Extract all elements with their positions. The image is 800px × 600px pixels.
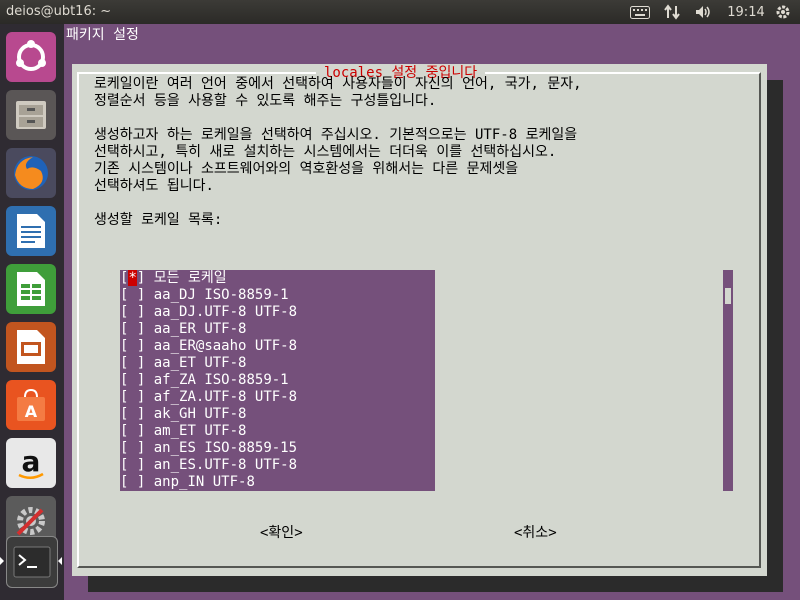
checkbox-unchecked[interactable]: [ ] [120, 355, 145, 372]
files-icon[interactable] [6, 90, 56, 140]
description-line-1: 로케일이란 여러 언어 중에서 선택하여 사용자들이 자신의 언어, 국가, 문… [94, 76, 582, 92]
launcher: A a [0, 24, 65, 600]
package-config-title: 패키지 설정 [66, 27, 139, 43]
locales-dialog: locales 설정 중입니다 로케일이란 여러 언어 중에서 선택하여 사용자… [72, 64, 767, 576]
locale-label: an_ES.UTF-8 UTF-8 [153, 457, 298, 473]
firefox-icon[interactable] [6, 148, 56, 198]
checkbox-unchecked[interactable]: [ ] [120, 389, 145, 406]
locale-list-item[interactable]: [ ] aa_DJ ISO-8859-1 [120, 287, 289, 304]
locale-list-item[interactable]: [ ] am_ET UTF-8 [120, 423, 246, 440]
checkbox-unchecked[interactable]: [ ] [120, 440, 145, 457]
locale-label: aa_ET UTF-8 [153, 355, 247, 371]
ubuntu-software-icon[interactable]: A [6, 380, 56, 430]
locale-list-item[interactable]: [ ] an_ES ISO-8859-15 [120, 440, 297, 457]
description-line-5: 기존 시스템이나 소프트웨어와의 역호환성을 위해서는 다른 문제셋을 [94, 161, 519, 177]
clock[interactable]: 19:14 [726, 3, 766, 21]
locale-label: aa_DJ ISO-8859-1 [153, 287, 289, 303]
locale-label: aa_ER UTF-8 [153, 321, 247, 337]
locale-list-item[interactable]: [ ] aa_ET UTF-8 [120, 355, 246, 372]
amazon-icon[interactable]: a [6, 438, 56, 488]
checkbox-unchecked[interactable]: [ ] [120, 287, 145, 304]
top-panel: deios@ubt16: ~ 19:14 [0, 0, 800, 24]
power-gear-icon[interactable] [772, 3, 794, 21]
locale-label: aa_ER@saaho UTF-8 [153, 338, 298, 354]
volume-icon[interactable] [694, 3, 714, 21]
libreoffice-writer-icon[interactable] [6, 206, 56, 256]
focused-indicator [58, 557, 62, 565]
locale-list-item[interactable]: [*] 모든 로케일 [120, 270, 227, 287]
locale-label: an_ES ISO-8859-15 [153, 440, 298, 456]
locale-list-item[interactable]: [ ] aa_DJ.UTF-8 UTF-8 [120, 304, 297, 321]
description-line-2: 정렬순서 등을 사용할 수 있도록 해주는 구성틀입니다. [94, 93, 437, 109]
scrollbar-thumb[interactable] [725, 288, 731, 304]
locale-list-item[interactable]: [ ] ak_GH UTF-8 [120, 406, 246, 423]
checkbox-unchecked[interactable]: [ ] [120, 406, 145, 423]
locale-list[interactable]: [*] 모든 로케일[ ] aa_DJ ISO-8859-1[ ] aa_DJ.… [120, 270, 435, 491]
window-title: deios@ubt16: ~ [6, 4, 112, 19]
checkbox-unchecked[interactable]: [ ] [120, 423, 145, 440]
locale-label: aa_DJ.UTF-8 UTF-8 [153, 304, 298, 320]
libreoffice-calc-icon[interactable] [6, 264, 56, 314]
scrollbar[interactable] [723, 270, 733, 491]
locale-label: anp_IN UTF-8 [153, 474, 255, 490]
description-line-3: 생성하고자 하는 로케일을 선택하여 주십시오. 기본적으로는 UTF-8 로케… [94, 127, 578, 143]
checkbox-unchecked[interactable]: [ ] [120, 474, 145, 491]
locale-list-item[interactable]: [ ] an_ES.UTF-8 UTF-8 [120, 457, 297, 474]
checkbox-unchecked[interactable]: [ ] [120, 304, 145, 321]
svg-text:a: a [22, 445, 41, 478]
svg-text:A: A [25, 402, 38, 421]
dialog-shadow-right [767, 80, 783, 592]
libreoffice-impress-icon[interactable] [6, 322, 56, 372]
running-indicator [0, 557, 4, 565]
locale-list-item[interactable]: [ ] af_ZA.UTF-8 UTF-8 [120, 389, 297, 406]
locale-label: ak_GH UTF-8 [153, 406, 247, 422]
network-icon[interactable] [662, 3, 682, 21]
terminal-window[interactable]: 패키지 설정 locales 설정 중입니다 로케일이란 여러 언어 중에서 선… [64, 24, 800, 600]
locale-list-item[interactable]: [ ] anp_IN UTF-8 [120, 474, 255, 491]
checkbox-checked[interactable]: [*] [120, 270, 145, 287]
checkbox-unchecked[interactable]: [ ] [120, 321, 145, 338]
checkbox-unchecked[interactable]: [ ] [120, 457, 145, 474]
cancel-button[interactable]: <취소> [514, 522, 557, 542]
locale-label: am_ET UTF-8 [153, 423, 247, 439]
locale-label: af_ZA.UTF-8 UTF-8 [153, 389, 298, 405]
ok-button[interactable]: <확인> [260, 522, 303, 542]
locale-list-label: 생성할 로케일 목록: [94, 212, 223, 228]
locale-label: af_ZA ISO-8859-1 [153, 372, 289, 388]
keyboard-icon[interactable] [628, 3, 652, 21]
checkbox-unchecked[interactable]: [ ] [120, 372, 145, 389]
locale-list-item[interactable]: [ ] aa_ER@saaho UTF-8 [120, 338, 297, 355]
locale-label: 모든 로케일 [153, 270, 227, 286]
description-line-6: 선택하셔도 됩니다. [94, 178, 214, 194]
dialog-shadow-bottom [88, 576, 783, 592]
terminal-icon[interactable] [6, 536, 58, 588]
locale-list-item[interactable]: [ ] aa_ER UTF-8 [120, 321, 246, 338]
locale-list-item[interactable]: [ ] af_ZA ISO-8859-1 [120, 372, 289, 389]
description-line-4: 선택하시고, 특히 새로 설치하는 시스템에서는 더더욱 이를 선택하십시오. [94, 144, 557, 160]
checkbox-unchecked[interactable]: [ ] [120, 338, 145, 355]
ubuntu-dash-icon[interactable] [6, 32, 56, 82]
